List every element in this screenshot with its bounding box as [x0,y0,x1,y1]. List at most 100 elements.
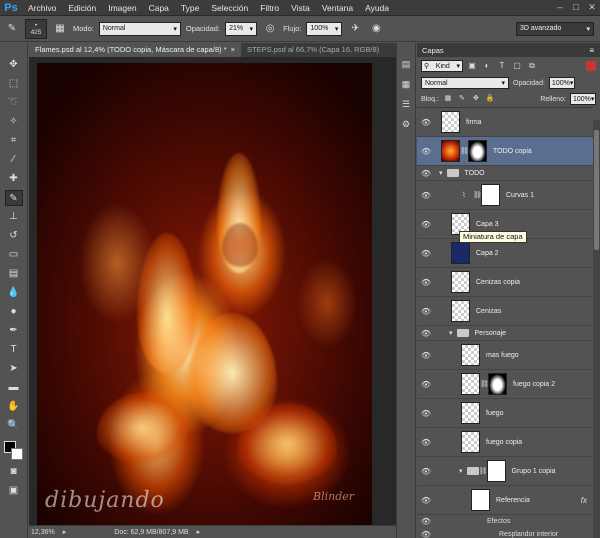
fill-field[interactable]: 100% ▾ [570,93,596,105]
close-tab-icon[interactable]: × [231,45,235,54]
layer-firma[interactable]: 👁 firma [417,108,593,137]
actions-panel-icon[interactable]: ⚙ [399,117,413,131]
group-grupo-1-copia[interactable]: 👁 ▾ ⛓ Grupo 1 copia [417,457,593,486]
mode-select[interactable]: Normal ▾ [98,21,181,36]
visibility-eye-icon[interactable]: 👁 [417,380,435,389]
pixel-filter-icon[interactable]: ▣ [466,60,478,72]
zoom-tool-icon[interactable]: 🔍 [5,418,23,434]
brush-tool-icon[interactable]: ✎ [4,190,23,206]
crop-tool-icon[interactable]: ⌗ [5,133,23,149]
layer-fuego[interactable]: 👁 fuego [417,399,593,428]
filter-toggle[interactable] [586,61,596,71]
menu-capa[interactable]: Capa [143,0,175,16]
menu-filtro[interactable]: Filtro [254,0,285,16]
layer-thumbnail[interactable] [441,140,460,162]
visibility-eye-icon[interactable]: 👁 [417,191,435,200]
menu-ayuda[interactable]: Ayuda [359,0,395,16]
chevron-down-icon[interactable]: ▾ [439,169,443,177]
layer-mask-thumbnail[interactable] [486,460,506,482]
opacity-field[interactable]: 21% ▾ [225,21,258,36]
menu-type[interactable]: Type [175,0,205,16]
layer-cenizas-copia[interactable]: 👁 Cenizas copia [417,268,593,297]
marquee-tool-icon[interactable]: ⬚ [5,76,23,92]
airbrush-icon[interactable]: ✈ [347,21,363,37]
lock-transparency-icon[interactable]: ▦ [443,94,453,104]
eraser-tool-icon[interactable]: ▭ [5,247,23,263]
layers-panel-icon[interactable]: ▤ [399,57,413,71]
layer-thumbnail[interactable] [461,402,480,424]
flow-field[interactable]: 100% ▾ [306,21,343,36]
layer-mask-thumbnail[interactable] [481,184,500,206]
history-brush-tool-icon[interactable]: ↺ [5,228,23,244]
effect-inner-glow-row[interactable]: 👁 Resplandor interior [417,528,593,538]
history-panel-icon[interactable]: ☰ [399,97,413,111]
layer-opacity-field[interactable]: 100% ▾ [548,77,575,89]
menu-ventana[interactable]: Ventana [316,0,359,16]
layer-thumbnail[interactable] [461,344,480,366]
brush-tool-preset-icon[interactable]: ✎ [4,21,20,37]
image-canvas[interactable]: Blinder dibujando [37,63,372,525]
status-menu-icon[interactable]: ▸ [197,528,201,536]
pressure-size-icon[interactable]: ◉ [368,21,384,37]
lasso-tool-icon[interactable]: ➰ [5,95,23,111]
group-todo[interactable]: 👁 ▾ TODO [417,166,593,181]
curves-adjustment-icon[interactable]: ⌇ [455,191,473,199]
link-chain-icon[interactable]: ⛓ [460,147,469,155]
gradient-tool-icon[interactable]: ▤ [5,266,23,282]
menu-seleccion[interactable]: Selección [205,0,254,16]
layer-capa-2[interactable]: 👁 Capa 2 [417,239,593,268]
menu-edicion[interactable]: Edición [62,0,102,16]
layer-fuego-copia-2[interactable]: 👁 ⛓ fuego copia 2 [417,370,593,399]
kind-filter-select[interactable]: ⚲ Kind ▾ [421,60,463,72]
tab-flames[interactable]: Flames.psd al 12,4% (TODO copia, Máscara… [29,43,242,57]
shape-filter-icon[interactable]: ▢ [511,60,523,72]
group-personaje[interactable]: 👁 ▾ Personaje [417,326,593,341]
blur-tool-icon[interactable]: 💧 [5,285,23,301]
adjustment-filter-icon[interactable]: ◐ [481,60,493,72]
visibility-eye-icon[interactable]: 👁 [417,409,435,418]
layer-thumbnail[interactable] [451,242,470,264]
effects-row[interactable]: 👁 Efectos [417,515,593,528]
panel-menu-icon[interactable]: ≡ [589,46,594,55]
magic-wand-tool-icon[interactable]: ✧ [5,114,23,130]
layer-thumbnail[interactable] [451,271,470,293]
visibility-eye-icon[interactable]: 👁 [417,530,435,538]
pen-tool-icon[interactable]: ✒ [5,323,23,339]
scrollbar-thumb[interactable] [594,130,599,250]
smart-object-filter-icon[interactable]: ⧉ [526,60,538,72]
type-filter-icon[interactable]: T [496,60,508,72]
visibility-eye-icon[interactable]: 👁 [417,278,435,287]
blend-mode-select[interactable]: Normal ▾ [421,77,509,89]
healing-tool-icon[interactable]: ✚ [5,171,23,187]
type-tool-icon[interactable]: T [5,342,23,358]
stamp-tool-icon[interactable]: ⊥ [5,209,23,225]
layer-fuego-copia[interactable]: 👁 fuego copia [417,428,593,457]
minimize-button[interactable]: – [554,1,566,13]
chevron-down-icon[interactable]: ▾ [459,467,463,475]
layers-panel-title[interactable]: Capas [422,46,444,55]
eyedropper-tool-icon[interactable]: ⁄ [5,152,23,168]
hand-tool-icon[interactable]: ✋ [5,399,23,415]
link-chain-icon[interactable]: ⛓ [480,380,489,388]
quick-mask-icon[interactable]: ◙ [5,464,23,480]
visibility-eye-icon[interactable]: 👁 [417,118,435,127]
layer-effects-fx-icon[interactable]: fx [581,496,587,505]
menu-archivo[interactable]: Archivo [22,0,62,16]
layer-mas-fuego[interactable]: 👁 mas fuego [417,341,593,370]
visibility-eye-icon[interactable]: 👁 [417,496,435,505]
visibility-eye-icon[interactable]: 👁 [417,467,435,476]
visibility-eye-icon[interactable]: 👁 [417,147,435,156]
swatches-panel-icon[interactable]: ▦ [399,77,413,91]
layer-thumbnail[interactable] [451,300,470,322]
workspace-select[interactable]: 3D avanzado ▾ [516,21,594,36]
lock-all-icon[interactable]: 🔒 [485,94,495,104]
close-window-button[interactable]: ✕ [586,1,598,13]
layers-scrollbar[interactable] [593,120,600,538]
layer-mask-thumbnail[interactable] [468,140,487,162]
visibility-eye-icon[interactable]: 👁 [417,329,435,338]
pressure-opacity-icon[interactable]: ◎ [262,21,278,37]
chevron-down-icon[interactable]: ▾ [449,329,453,337]
status-info-icon[interactable]: ▸ [63,528,67,536]
visibility-eye-icon[interactable]: 👁 [417,307,435,316]
layer-todo-copia[interactable]: 👁 ⛓ TODO copia [417,137,593,166]
